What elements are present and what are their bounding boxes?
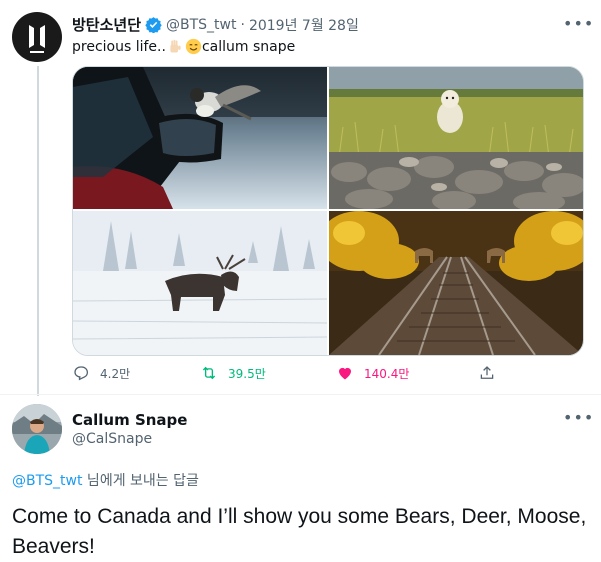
tweet-text-prefix: precious life.. — [72, 38, 166, 55]
tweet-text-suffix: callum snape — [201, 38, 296, 55]
reply-button[interactable]: 4.2만 — [72, 364, 130, 382]
thread-line — [37, 66, 39, 396]
smile-emoji-icon — [185, 38, 202, 55]
reply-context: @BTS_twt 님에게 보내는 답글 — [12, 470, 199, 490]
bts-logo-icon — [29, 25, 45, 53]
author-name[interactable]: 방탄소년단 — [72, 14, 141, 35]
reply-mention-link[interactable]: @BTS_twt — [12, 473, 82, 489]
author-handle[interactable]: @BTS_twt — [166, 17, 236, 33]
thread-divider — [0, 394, 601, 395]
tweet-header: 방탄소년단 @BTS_twt · 2019년 7월 28일 — [72, 14, 359, 35]
separator-dot: · — [240, 16, 245, 33]
share-button[interactable] — [478, 364, 506, 382]
bts-avatar[interactable] — [12, 12, 62, 62]
like-count: 140.4만 — [364, 366, 410, 381]
reply-more-icon[interactable]: ••• — [563, 408, 594, 427]
tweet-text: precious life.. callum snape — [72, 38, 295, 55]
more-icon[interactable]: ••• — [563, 14, 594, 33]
tweet-action-bar: 4.2만 39.5만 140.4만 — [72, 364, 512, 386]
callum-avatar[interactable] — [12, 404, 62, 454]
hand-emoji-icon — [170, 39, 181, 53]
like-button[interactable]: 140.4만 — [336, 364, 409, 382]
photo-deer-on-railroad[interactable] — [329, 211, 583, 355]
photo-bird-on-mirror[interactable] — [73, 67, 327, 209]
person-photo-icon — [12, 404, 62, 454]
retweet-icon — [202, 366, 216, 380]
tweet-date[interactable]: 2019년 7월 28일 — [249, 15, 359, 35]
photo-grid — [72, 66, 584, 356]
retweet-count: 39.5만 — [228, 366, 266, 381]
reply-author-handle[interactable]: @CalSnape — [72, 431, 152, 447]
reply-author-name[interactable]: Callum Snape — [72, 411, 187, 429]
heart-icon — [339, 367, 351, 380]
retweet-button[interactable]: 39.5만 — [200, 364, 266, 382]
photo-moose-in-snow[interactable] — [73, 211, 327, 355]
reply-icon — [74, 366, 89, 381]
verified-badge-icon — [145, 17, 162, 33]
photo-polar-bear[interactable] — [329, 67, 583, 209]
reply-context-suffix: 님에게 보내는 답글 — [82, 473, 199, 489]
share-icon — [480, 366, 494, 379]
reply-text: Come to Canada and I’ll show you some Be… — [12, 505, 587, 558]
reply-count: 4.2만 — [100, 366, 131, 381]
